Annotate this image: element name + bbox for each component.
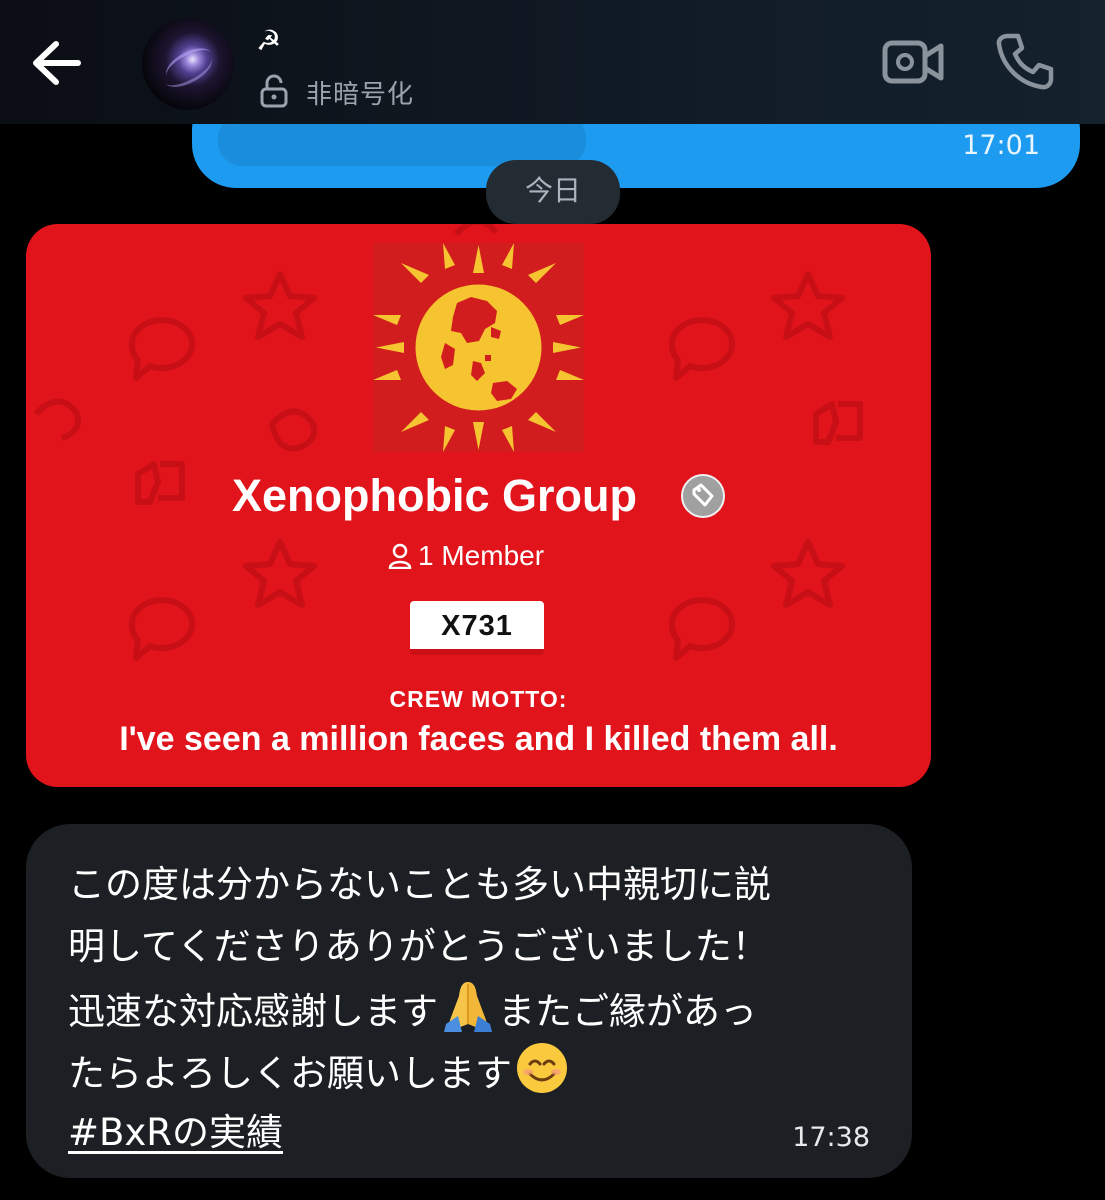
contact-avatar[interactable] — [142, 18, 234, 110]
message-line: たらよろしくお願いします — [68, 1040, 572, 1097]
member-count-label: 1 Member — [418, 540, 545, 571]
tag-badge-icon[interactable] — [681, 474, 725, 518]
motto-label: CREW MOTTO: — [389, 686, 568, 712]
message-text: たらよろしくお願いします — [68, 1052, 512, 1095]
video-call-icon[interactable] — [882, 38, 944, 86]
encryption-status: 非暗号化 — [306, 80, 415, 110]
message-text: 迅速な対応感謝します — [68, 990, 438, 1033]
date-separator: 今日 — [486, 160, 620, 224]
message-timestamp: 17:38 — [792, 1122, 870, 1153]
members-icon — [388, 543, 412, 570]
motto-text: I've seen a million faces and I killed t… — [119, 720, 838, 758]
message-line: #BxRの実績 — [68, 1102, 283, 1156]
message-line: この度は分からないことも多い中親切に説 — [68, 863, 771, 906]
message-line: 明してくださりありがとうございました！ — [68, 925, 769, 968]
message-timestamp: 17:01 — [962, 130, 1040, 161]
folded-hands-icon — [440, 978, 496, 1034]
chat-header: ☭ 非暗号化 — [0, 0, 1105, 124]
hashtag-link[interactable]: #BxRの実績 — [68, 1111, 283, 1154]
phone-call-icon[interactable] — [994, 30, 1056, 92]
crew-tag: X731 — [410, 601, 544, 655]
group-emblem-image — [373, 243, 584, 452]
message-text: またご縁があっ — [498, 990, 757, 1033]
member-count: 1 Member — [388, 540, 544, 572]
hashtag-text[interactable]: #BxR — [68, 1111, 172, 1154]
contact-name[interactable]: ☭ — [256, 24, 281, 57]
group-invite-card[interactable]: Xenophobic Group 1 Member X731 CREW MOTT… — [26, 224, 931, 787]
received-message-bubble[interactable]: この度は分からないことも多い中親切に説 明してくださりありがとうございました！ … — [26, 824, 912, 1178]
back-arrow-icon[interactable] — [28, 36, 88, 90]
smiling-face-icon — [514, 1040, 570, 1096]
group-name[interactable]: Xenophobic Group — [232, 470, 637, 522]
hashtag-tail[interactable]: の実績 — [172, 1111, 283, 1154]
message-line: 迅速な対応感謝します またご縁があっ — [68, 978, 757, 1035]
unlocked-icon — [260, 74, 288, 108]
